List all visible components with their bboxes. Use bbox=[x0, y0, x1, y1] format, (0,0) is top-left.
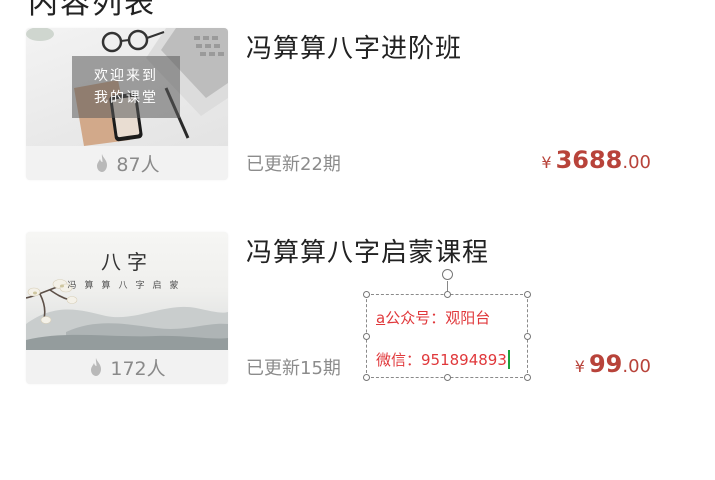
course-title[interactable]: 冯算算八字进阶班 bbox=[246, 28, 462, 65]
text-caret bbox=[507, 350, 510, 369]
landscape-scene: 八字 冯算算八字启蒙 bbox=[26, 232, 228, 350]
cover-subtitle: 冯算算八字启蒙 bbox=[67, 281, 187, 291]
desk-scene: 欢迎来到 我的课堂 bbox=[26, 28, 228, 146]
welcome-banner: 欢迎来到 我的课堂 bbox=[72, 56, 180, 118]
price-integer: 3688 bbox=[555, 146, 623, 174]
resize-handle-bottom-right[interactable] bbox=[524, 374, 531, 381]
resize-handle-bottom[interactable] bbox=[444, 374, 451, 381]
price-decimal: .00 bbox=[622, 356, 651, 377]
overlay-line-2[interactable]: 微信：951894893 bbox=[376, 349, 510, 370]
overlay-line-1-first-char: a bbox=[376, 309, 386, 327]
course-title[interactable]: 冯算算八字启蒙课程 bbox=[246, 232, 489, 269]
fire-icon bbox=[97, 154, 108, 172]
currency-symbol: ¥ bbox=[541, 153, 552, 172]
update-status: 已更新22期 bbox=[246, 154, 341, 175]
overlay-line-1[interactable]: a公众号：观阳台 bbox=[376, 307, 490, 328]
resize-handle-top-right[interactable] bbox=[524, 291, 531, 298]
welcome-line-2: 我的课堂 bbox=[94, 90, 158, 106]
rotate-handle[interactable] bbox=[442, 269, 453, 280]
welcome-line-1: 欢迎来到 bbox=[94, 68, 158, 84]
section-heading-cut: 内容列表 bbox=[28, 0, 156, 21]
currency-symbol: ¥ bbox=[574, 357, 585, 376]
resize-handle-top[interactable] bbox=[444, 291, 451, 298]
overlay-line-2-text: 微信：951894893 bbox=[376, 351, 507, 369]
course-cover-image: 欢迎来到 我的课堂 bbox=[26, 28, 228, 146]
course-item[interactable]: 八字 冯算算八字启蒙 172人 冯算算八字启蒙课程 已更新15期 ¥99.00 bbox=[0, 232, 715, 392]
course-thumbnail[interactable]: 八字 冯算算八字启蒙 172人 bbox=[26, 232, 228, 384]
overlay-line-1-rest: 公众号：观阳台 bbox=[385, 309, 491, 327]
course-cover-image: 八字 冯算算八字启蒙 bbox=[26, 232, 228, 350]
update-status: 已更新15期 bbox=[246, 358, 341, 379]
students-count-bar: 172人 bbox=[26, 350, 228, 384]
overlay-text-box[interactable]: a公众号：观阳台 微信：951894893 bbox=[363, 269, 531, 381]
resize-handle-right[interactable] bbox=[524, 333, 531, 340]
course-list-page: 内容列表 欢迎来到 我的课堂 87人 冯算算八字进阶班 已更新22期 ¥ 368… bbox=[0, 0, 715, 480]
resize-handle-left[interactable] bbox=[363, 333, 370, 340]
price-decimal: .00 bbox=[622, 152, 651, 173]
course-thumbnail[interactable]: 欢迎来到 我的课堂 87人 bbox=[26, 28, 228, 180]
students-count: 87人 bbox=[116, 153, 160, 176]
cover-title: 八字 bbox=[101, 250, 153, 274]
students-count: 172人 bbox=[110, 357, 166, 380]
fire-icon bbox=[91, 358, 102, 376]
students-count-bar: 87人 bbox=[26, 146, 228, 180]
course-item[interactable]: 欢迎来到 我的课堂 87人 冯算算八字进阶班 已更新22期 ¥3688.00 bbox=[0, 28, 715, 188]
course-price: ¥3688.00 bbox=[541, 146, 651, 174]
course-price: ¥99.00 bbox=[575, 350, 651, 378]
price-integer: 99 bbox=[588, 350, 623, 378]
resize-handle-top-left[interactable] bbox=[363, 291, 370, 298]
resize-handle-bottom-left[interactable] bbox=[363, 374, 370, 381]
